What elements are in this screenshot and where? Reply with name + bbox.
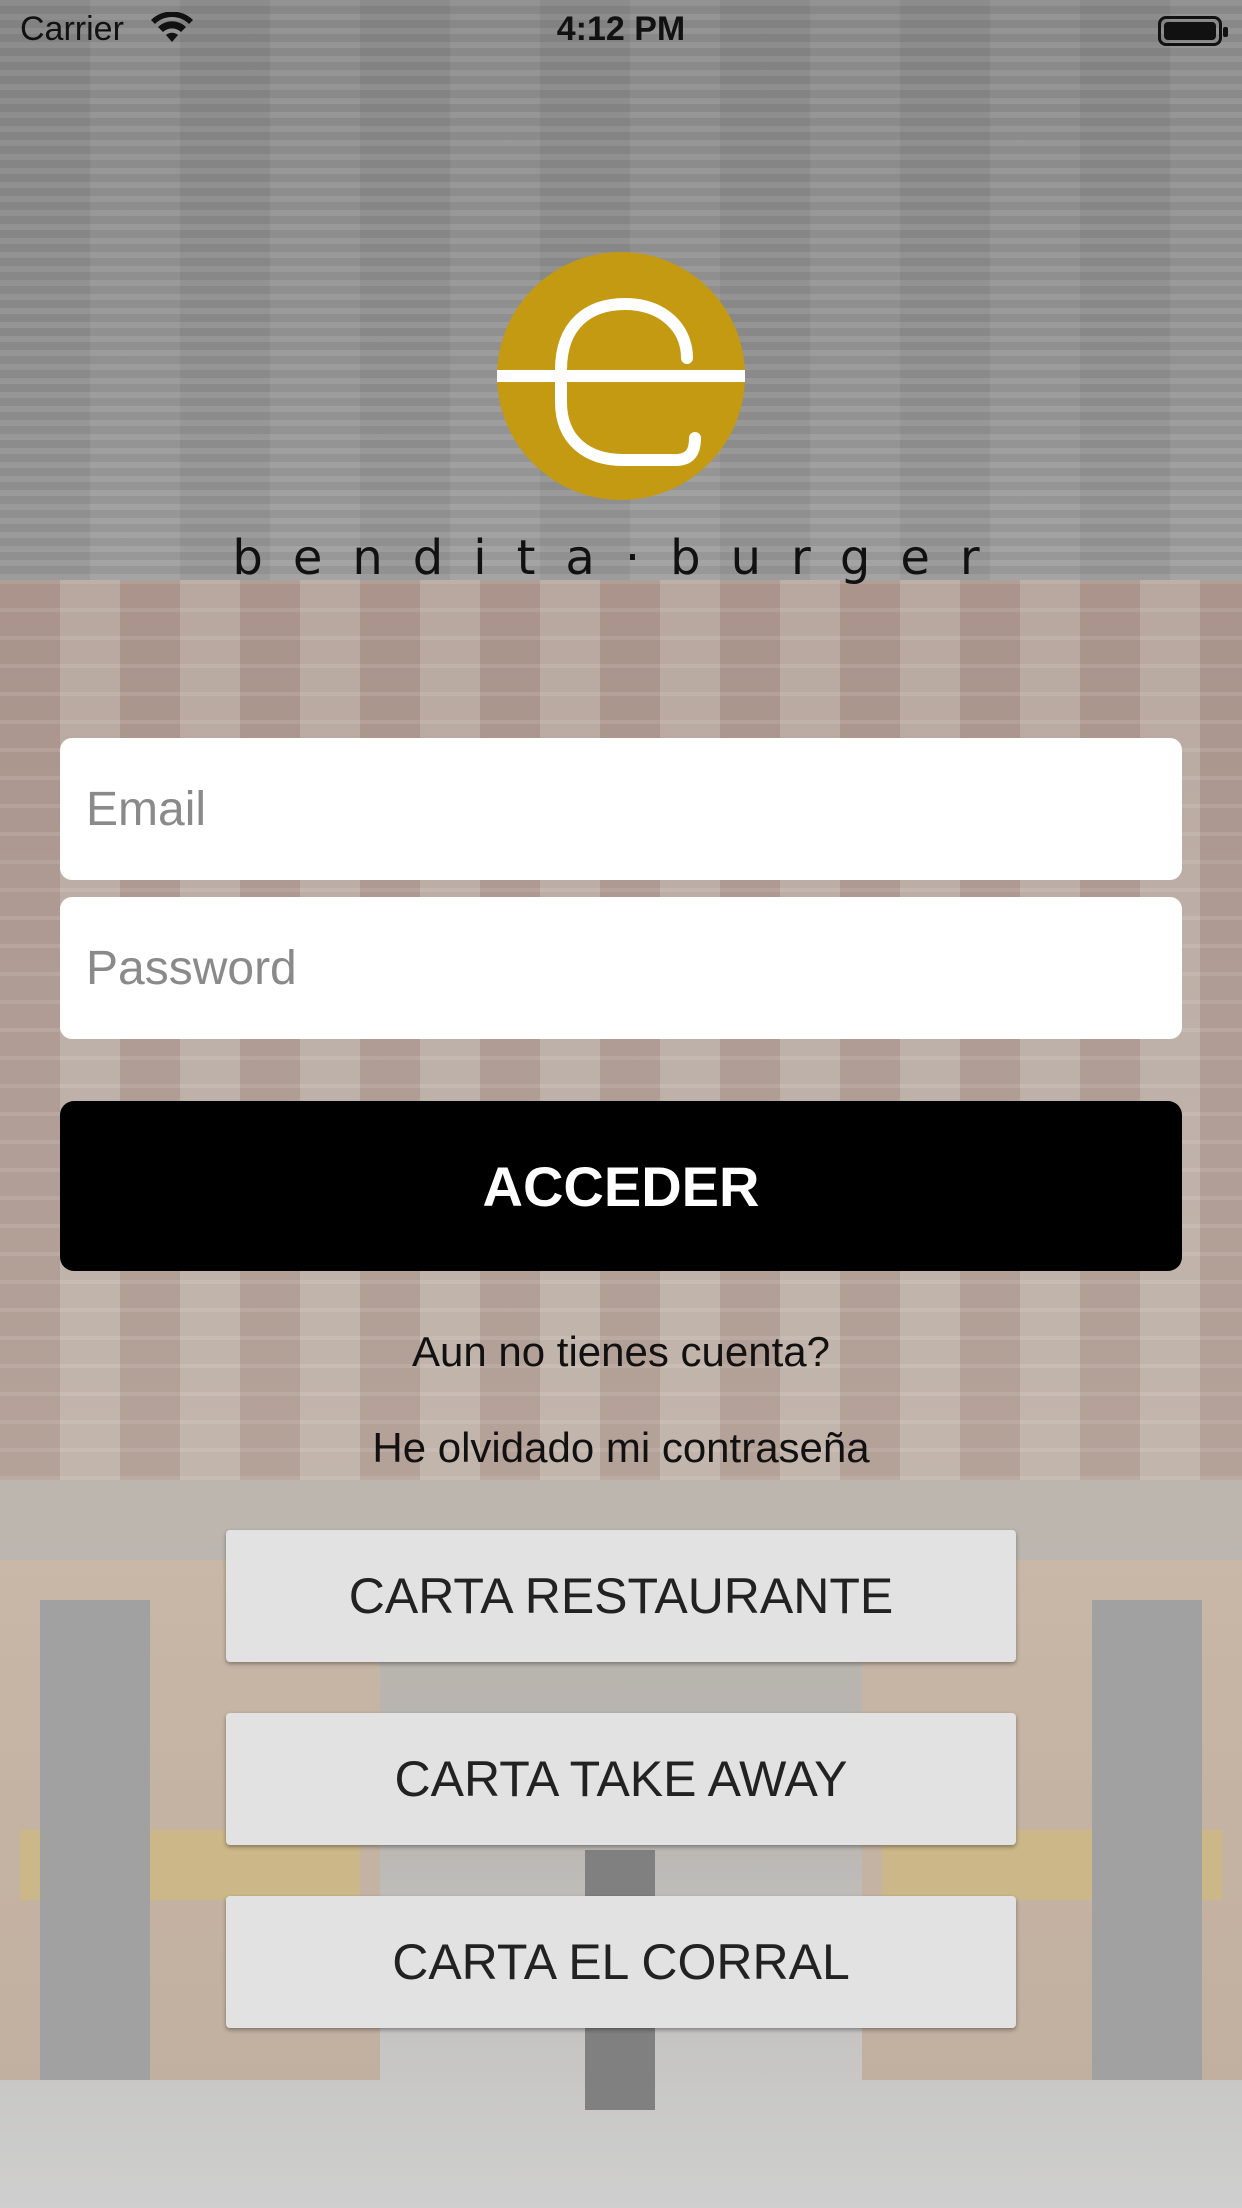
menu-restaurante-button[interactable]: CARTA RESTAURANTE bbox=[226, 1530, 1016, 1662]
menu-el-corral-button[interactable]: CARTA EL CORRAL bbox=[226, 1896, 1016, 2028]
brand-logo-icon bbox=[497, 252, 745, 500]
status-time: 4:12 PM bbox=[556, 10, 686, 48]
status-bar: Carrier 4:12 PM bbox=[0, 0, 1242, 60]
battery-icon bbox=[1158, 16, 1228, 46]
signup-link[interactable]: Aun no tienes cuenta? bbox=[0, 1328, 1242, 1376]
login-button[interactable]: ACCEDER bbox=[60, 1101, 1182, 1271]
menu-take-away-button[interactable]: CARTA TAKE AWAY bbox=[226, 1713, 1016, 1845]
forgot-password-link[interactable]: He olvidado mi contraseña bbox=[0, 1424, 1242, 1472]
password-input[interactable] bbox=[84, 939, 1158, 997]
email-input[interactable] bbox=[84, 780, 1158, 838]
password-field[interactable] bbox=[60, 897, 1182, 1039]
brand-name: bendita·burger bbox=[232, 530, 1010, 586]
email-field[interactable] bbox=[60, 738, 1182, 880]
